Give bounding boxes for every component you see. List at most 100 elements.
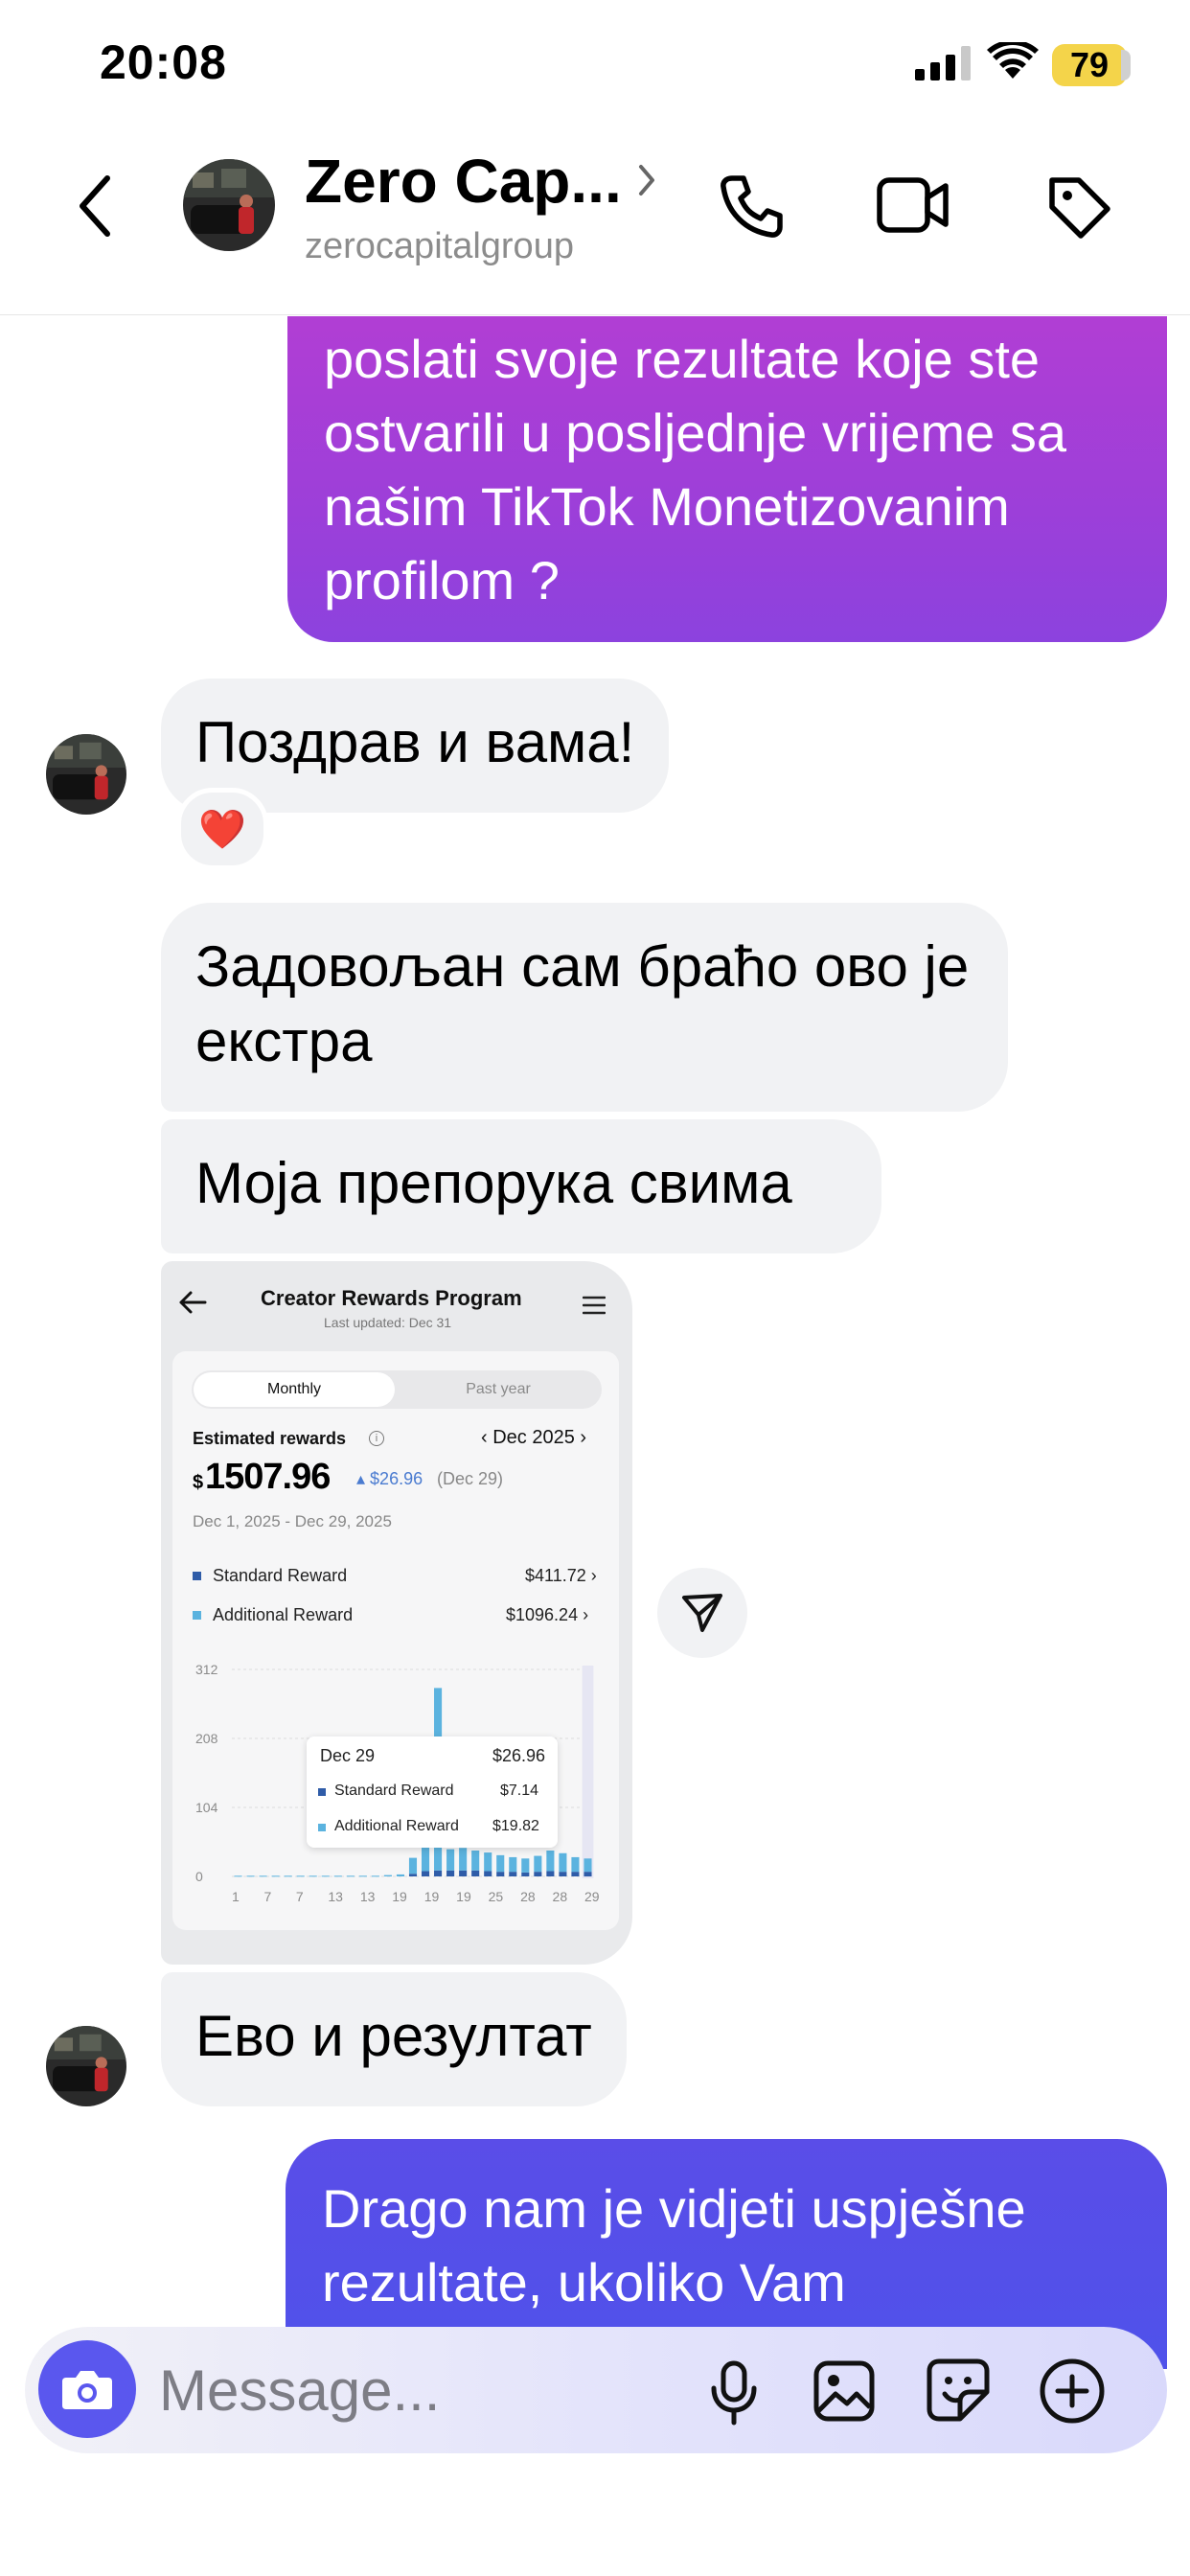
chart-bar <box>421 1871 430 1876</box>
tooltip-standard-swatch <box>318 1788 326 1796</box>
screenshot-delta-date: (Dec 29) <box>437 1469 504 1488</box>
chart-bar <box>259 1875 267 1877</box>
tooltip-standard-value: $7.14 <box>500 1782 539 1799</box>
chart-bar <box>333 1875 342 1877</box>
chart-bar <box>509 1856 517 1873</box>
chevron-right-icon[interactable] <box>637 163 656 197</box>
video-call-icon[interactable] <box>877 174 950 236</box>
contact-name[interactable]: Zero Cap... <box>305 146 622 217</box>
incoming-message[interactable]: Задовољан сам браћо ово је екстра <box>161 903 1008 1112</box>
standard-reward-label: Standard Reward <box>213 1566 348 1585</box>
screenshot-tab-past-year: Past year <box>466 1381 531 1397</box>
chart-x-tick-label: 13 <box>360 1889 376 1904</box>
chart-bar <box>246 1875 255 1877</box>
chart-bar <box>559 1872 567 1876</box>
sender-avatar[interactable] <box>46 2026 126 2106</box>
chart-bar <box>459 1870 468 1876</box>
sender-avatar[interactable] <box>46 734 126 815</box>
screenshot-currency: $ <box>193 1472 204 1493</box>
screenshot-delta: ▴ $26.96 <box>356 1469 423 1488</box>
screenshot-estimated-label: Estimated rewards <box>193 1429 347 1448</box>
chart-bar <box>446 1870 455 1876</box>
screenshot-month-selector: ‹ Dec 2025 › <box>481 1427 587 1448</box>
screenshot-month-label: Dec 2025 <box>492 1427 575 1448</box>
chart-bar <box>408 1857 418 1874</box>
screenshot-delta-value: $26.96 <box>370 1469 423 1488</box>
heart-reaction-icon[interactable]: ❤️ <box>176 788 268 870</box>
contact-username[interactable]: zerocapitalgroup <box>305 226 574 267</box>
status-time: 20:08 <box>100 35 227 89</box>
incoming-message[interactable]: Ево и резултат <box>161 1972 627 2106</box>
screenshot-total: 1507.96 <box>205 1457 331 1497</box>
chart-bar <box>234 1875 242 1877</box>
camera-button[interactable] <box>38 2340 136 2438</box>
chart-x-tick-label: 7 <box>296 1889 304 1904</box>
chart-bar <box>584 1872 592 1876</box>
chart-bar <box>509 1872 517 1876</box>
chart-bar <box>358 1875 367 1877</box>
tooltip-additional-value: $19.82 <box>492 1818 539 1834</box>
chart-bar <box>346 1875 355 1877</box>
tooltip-standard-label: Standard Reward <box>334 1782 454 1799</box>
chart-bar <box>421 1847 430 1872</box>
chart-bar <box>496 1872 505 1876</box>
chart-y-tick-label: 312 <box>195 1662 218 1677</box>
chart-y-tick-label: 104 <box>195 1800 218 1815</box>
chart-x-tick-label: 19 <box>424 1889 440 1904</box>
message-input[interactable] <box>159 2354 657 2426</box>
tooltip-total: $26.96 <box>492 1746 546 1765</box>
chart-bar <box>284 1875 292 1877</box>
chart-bar <box>559 1852 567 1873</box>
chart-x-tick-label: 19 <box>392 1889 407 1904</box>
back-arrow-icon[interactable] <box>77 172 115 240</box>
screenshot-tab-monthly: Monthly <box>194 1372 395 1407</box>
chart-bar <box>371 1875 379 1877</box>
microphone-icon[interactable] <box>707 2359 761 2426</box>
chart-bar <box>471 1870 480 1876</box>
wifi-icon <box>987 42 1039 79</box>
tooltip-additional-label: Additional Reward <box>334 1818 459 1834</box>
chart-bar <box>459 1848 468 1871</box>
chart-bar <box>484 1871 492 1876</box>
screenshot-back-arrow-icon <box>179 1291 207 1314</box>
share-button[interactable] <box>657 1568 747 1658</box>
sticker-icon[interactable] <box>926 2358 991 2423</box>
cellular-signal-icon <box>915 46 971 80</box>
screenshot-menu-icon <box>583 1296 606 1315</box>
chart-x-tick-label: 1 <box>232 1889 240 1904</box>
standard-reward-value: $411.72 › <box>525 1566 597 1585</box>
incoming-message[interactable]: Моја препорука свима <box>161 1119 881 1254</box>
chart-x-tick-label: 19 <box>456 1889 471 1904</box>
chart-bar <box>546 1851 555 1872</box>
screenshot-last-updated: Last updated: Dec 31 <box>324 1315 452 1330</box>
chart-y-tick-label: 0 <box>195 1869 203 1884</box>
chart-bar <box>471 1851 480 1871</box>
chart-bar <box>484 1852 492 1872</box>
standard-reward-swatch <box>193 1572 201 1580</box>
chart-highlight-band <box>582 1666 594 1878</box>
send-paper-plane-icon <box>682 1594 722 1632</box>
chart-bar <box>534 1872 542 1876</box>
screenshot-date-range: Dec 1, 2025 - Dec 29, 2025 <box>193 1512 392 1530</box>
outgoing-message[interactable]: poslati svoje rezultate koje ste ostvari… <box>287 316 1167 642</box>
tag-label-icon[interactable] <box>1044 172 1113 242</box>
chart-bar <box>584 1858 592 1873</box>
additional-reward-amount: $1096.24 <box>506 1605 579 1624</box>
chart-bar <box>383 1874 392 1876</box>
tooltip-additional-swatch <box>318 1824 326 1831</box>
chart-x-tick-label: 28 <box>553 1889 568 1904</box>
additional-reward-swatch <box>193 1611 201 1620</box>
chart-x-tick-label: 13 <box>328 1889 343 1904</box>
chart-bar <box>296 1875 305 1877</box>
add-plus-icon[interactable] <box>1039 2358 1106 2425</box>
chart-bar <box>434 1870 443 1876</box>
chart-bar <box>534 1855 542 1873</box>
screenshot-info-icon: i <box>369 1431 384 1446</box>
contact-avatar[interactable] <box>183 159 275 251</box>
gallery-icon[interactable] <box>812 2359 876 2423</box>
phone-call-icon[interactable] <box>719 172 786 240</box>
chart-bar <box>571 1856 580 1873</box>
chart-bar <box>446 1849 455 1871</box>
additional-reward-label: Additional Reward <box>213 1605 354 1624</box>
chart-bar <box>496 1854 505 1873</box>
